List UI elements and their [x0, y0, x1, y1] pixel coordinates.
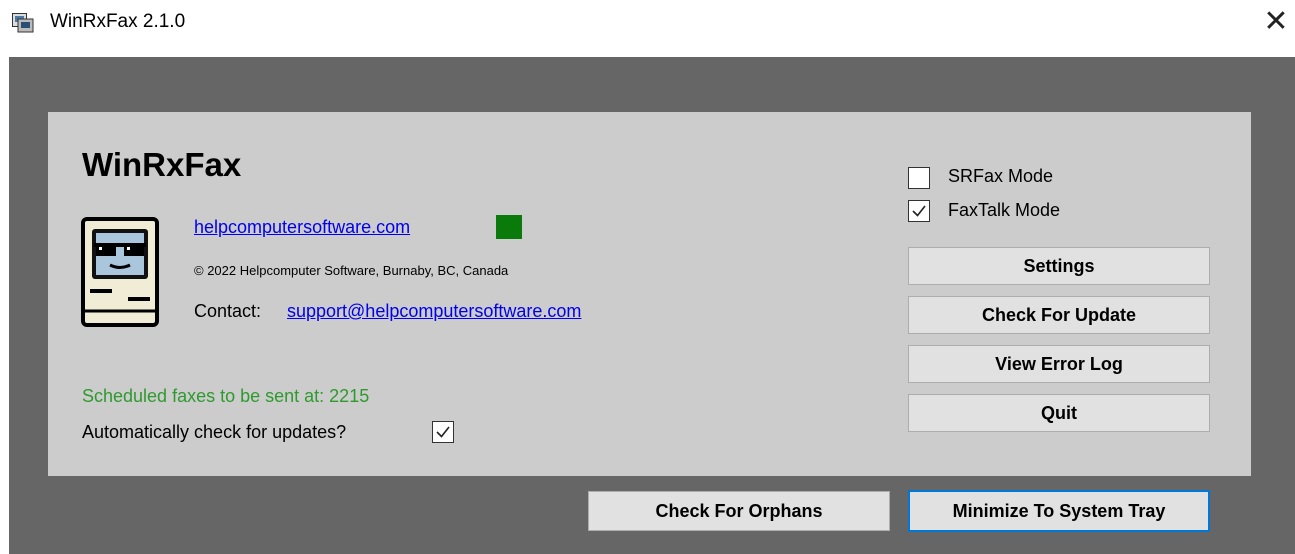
srfax-mode-label[interactable]: SRFax Mode [948, 166, 1053, 187]
check-for-update-button[interactable]: Check For Update [908, 296, 1210, 334]
settings-button[interactable]: Settings [908, 247, 1210, 285]
check-for-orphans-button[interactable]: Check For Orphans [588, 491, 890, 531]
faxtalk-mode-label[interactable]: FaxTalk Mode [948, 200, 1060, 221]
view-error-log-button[interactable]: View Error Log [908, 345, 1210, 383]
srfax-mode-checkbox[interactable] [908, 167, 930, 189]
checkmark-icon [436, 426, 450, 438]
website-link[interactable]: helpcomputersoftware.com [194, 217, 410, 238]
minimize-to-tray-button[interactable]: Minimize To System Tray [908, 490, 1210, 532]
contact-email-link[interactable]: support@helpcomputersoftware.com [287, 301, 581, 322]
close-icon[interactable]: ✕ [1262, 7, 1290, 37]
connection-status-indicator [496, 215, 522, 239]
quit-button[interactable]: Quit [908, 394, 1210, 432]
mac-computer-sunglasses-icon [80, 217, 160, 329]
app-name-heading: WinRxFax [82, 146, 242, 183]
title-bar: WinRxFax 2.1.0 ✕ [0, 0, 1295, 47]
window-title: WinRxFax 2.1.0 [50, 11, 186, 32]
copyright-text: © 2022 Helpcomputer Software, Burnaby, B… [194, 263, 509, 278]
faxtalk-mode-checkbox[interactable] [908, 200, 930, 222]
app-icon [12, 13, 34, 33]
contact-label: Contact: [194, 301, 262, 321]
auto-update-label: Automatically check for updates? [82, 422, 347, 442]
scheduled-faxes-status: Scheduled faxes to be sent at: 2215 [82, 386, 370, 406]
checkmark-icon [912, 205, 926, 217]
auto-update-checkbox[interactable] [432, 421, 454, 443]
